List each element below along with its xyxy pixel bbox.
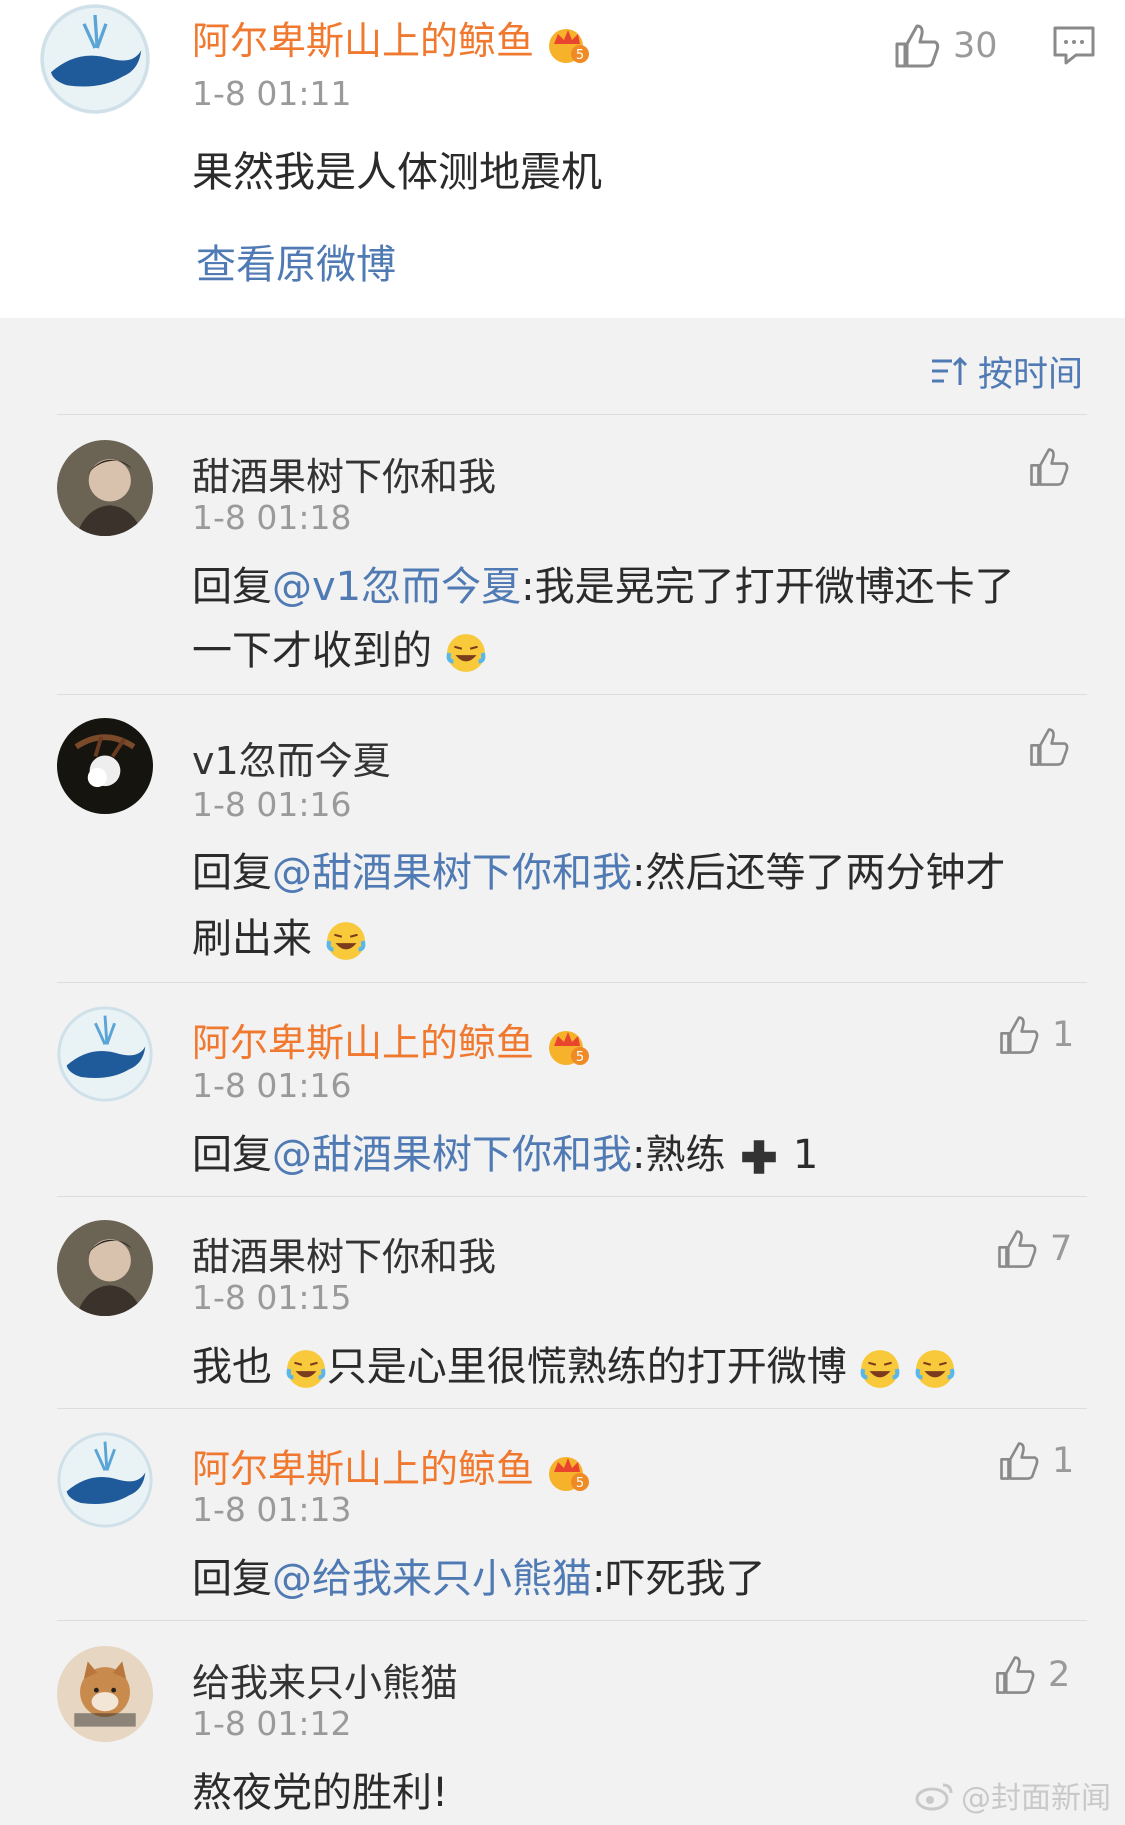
comment-author[interactable]: 甜酒果树下你和我 (192, 446, 496, 501)
laugh-cry-emoji-icon (446, 634, 486, 672)
comment-text-line2: 一下才收到的 (192, 618, 487, 676)
comment-text: 刷出来 (192, 916, 312, 962)
comment-text-line2: 刷出来 (192, 906, 367, 964)
avatar-shiba-dog[interactable] (57, 1646, 153, 1742)
reply-prefix: 回复 (192, 1132, 272, 1178)
post-time: 1-8 01:11 (192, 74, 352, 113)
comment-like-count: 1 (1052, 1015, 1075, 1055)
comment-author[interactable]: 甜酒果树下你和我 (192, 1226, 496, 1281)
avatar-flower[interactable] (57, 718, 153, 814)
comment-author-text[interactable]: 阿尔卑斯山上的鲸鱼 (192, 1021, 534, 1065)
comment-time: 1-8 01:18 (192, 498, 352, 537)
plus-icon (742, 1140, 777, 1174)
comment-time: 1-8 01:16 (192, 785, 352, 824)
svg-text:5: 5 (576, 1050, 584, 1065)
comment-like-button[interactable]: 2 (994, 1654, 1070, 1696)
avatar-whale[interactable] (57, 1006, 153, 1102)
comment-author-text[interactable]: 阿尔卑斯山上的鲸鱼 (192, 1447, 534, 1491)
laugh-cry-emoji-icon (286, 1350, 326, 1388)
comment-text-line1: 我也 只是心里很慌熟练的打开微博 (192, 1334, 956, 1392)
comment-text-line1: 回复@v1忽而今夏:我是晃完了打开微博还卡了 (192, 554, 1015, 612)
thumbs-up-icon (1000, 1442, 1039, 1480)
vip-crown-icon: 5 (549, 1456, 590, 1491)
comment-time: 1-8 01:12 (192, 1704, 352, 1743)
comment-text: 1 (780, 1132, 819, 1178)
reply-prefix: 回复 (192, 564, 272, 610)
avatar-user-portrait[interactable] (57, 1220, 153, 1316)
comment-like-count: 7 (1050, 1229, 1073, 1269)
post-author-text[interactable]: 阿尔卑斯山上的鲸鱼 (192, 19, 534, 63)
avatar-whale[interactable] (57, 1432, 153, 1528)
comment-text-line1: 回复@甜酒果树下你和我:熟练 1 (192, 1122, 818, 1180)
comment-text-line1: 回复@给我来只小熊猫:吓死我了 (192, 1546, 765, 1604)
comment-time: 1-8 01:13 (192, 1490, 352, 1529)
mention-link[interactable]: @甜酒果树下你和我 (272, 850, 632, 896)
comment-like-button[interactable] (1028, 726, 1070, 768)
mention-link[interactable]: @甜酒果树下你和我 (272, 1132, 632, 1178)
comment-time: 1-8 01:15 (192, 1278, 352, 1317)
thumbs-up-icon (1000, 1016, 1039, 1054)
comment-icon[interactable] (1052, 25, 1096, 65)
comment-like-button[interactable]: 7 (996, 1228, 1072, 1270)
divider (57, 982, 1087, 983)
laugh-cry-emoji-icon (861, 1350, 900, 1388)
comment-author[interactable]: v1忽而今夏 (192, 730, 391, 785)
comment-like-button[interactable]: 1 (998, 1014, 1074, 1056)
comment-author[interactable]: 阿尔卑斯山上的鲸鱼 5 (192, 1012, 590, 1067)
comment-text: :我是晃完了打开微博还卡了 (521, 564, 1015, 610)
post-author-name[interactable]: 阿尔卑斯山上的鲸鱼 5 (192, 10, 590, 65)
thumbs-up-icon (895, 24, 940, 68)
comment-text-line1: 回复@甜酒果树下你和我:然后还等了两分钟才 (192, 840, 1005, 898)
comment-like-button[interactable] (1028, 446, 1070, 488)
comment-text: :吓死我了 (592, 1556, 766, 1602)
thumbs-up-icon (996, 1656, 1035, 1694)
comment-author[interactable]: 给我来只小熊猫 (192, 1652, 458, 1707)
comment-author[interactable]: 阿尔卑斯山上的鲸鱼 5 (192, 1438, 590, 1493)
reply-prefix: 回复 (192, 1556, 272, 1602)
thumbs-up-icon (1030, 448, 1069, 486)
thumbs-up-icon (998, 1230, 1037, 1268)
sort-icon (931, 356, 968, 385)
comment-text: 我也 (192, 1344, 272, 1390)
avatar-user-portrait[interactable] (57, 440, 153, 536)
weibo-logo-icon (915, 1783, 953, 1811)
watermark-text: @封面新闻 (961, 1781, 1111, 1816)
mention-link[interactable]: @v1忽而今夏 (272, 564, 521, 610)
view-original-link[interactable]: 查看原微博 (196, 232, 396, 290)
svg-text:5: 5 (576, 48, 584, 63)
comment-text: :然后还等了两分钟才 (632, 850, 1006, 896)
divider (57, 414, 1087, 415)
original-post-card: 阿尔卑斯山上的鲸鱼 5 1-8 01:11 30 果然我是人体测地震机 查看原微博 (0, 0, 1125, 318)
vip-crown-icon: 5 (549, 28, 590, 63)
comment-like-button[interactable]: 1 (998, 1440, 1074, 1482)
comment-like-count: 1 (1052, 1441, 1075, 1481)
sort-label: 按时间 (977, 355, 1083, 395)
post-like-button[interactable]: 30 (893, 22, 998, 70)
comment-like-count: 2 (1048, 1655, 1071, 1695)
comment-text: 只是心里很慌熟练的打开微博 (326, 1344, 847, 1390)
sort-by-time-button[interactable]: 按时间 (930, 346, 1083, 397)
comment-time: 1-8 01:16 (192, 1066, 352, 1105)
laugh-cry-emoji-icon (326, 922, 366, 960)
thumbs-up-icon (1030, 728, 1069, 766)
post-text: 果然我是人体测地震机 (192, 148, 602, 196)
divider (57, 1620, 1087, 1621)
vip-crown-icon: 5 (549, 1030, 590, 1065)
post-like-count: 30 (953, 26, 998, 66)
divider (57, 1196, 1087, 1197)
comment-text-line1: 熬夜党的胜利! (192, 1770, 449, 1816)
svg-text:5: 5 (576, 1476, 584, 1491)
comment-text: :熟练 (632, 1132, 726, 1178)
reply-prefix: 回复 (192, 850, 272, 896)
mention-link[interactable]: @给我来只小熊猫 (272, 1556, 592, 1602)
avatar-whale[interactable] (40, 4, 150, 114)
comment-text: 一下才收到的 (192, 628, 432, 674)
divider (57, 694, 1087, 695)
laugh-cry-emoji-icon (915, 1350, 955, 1388)
watermark: @封面新闻 (915, 1773, 1111, 1817)
divider (57, 1408, 1087, 1409)
